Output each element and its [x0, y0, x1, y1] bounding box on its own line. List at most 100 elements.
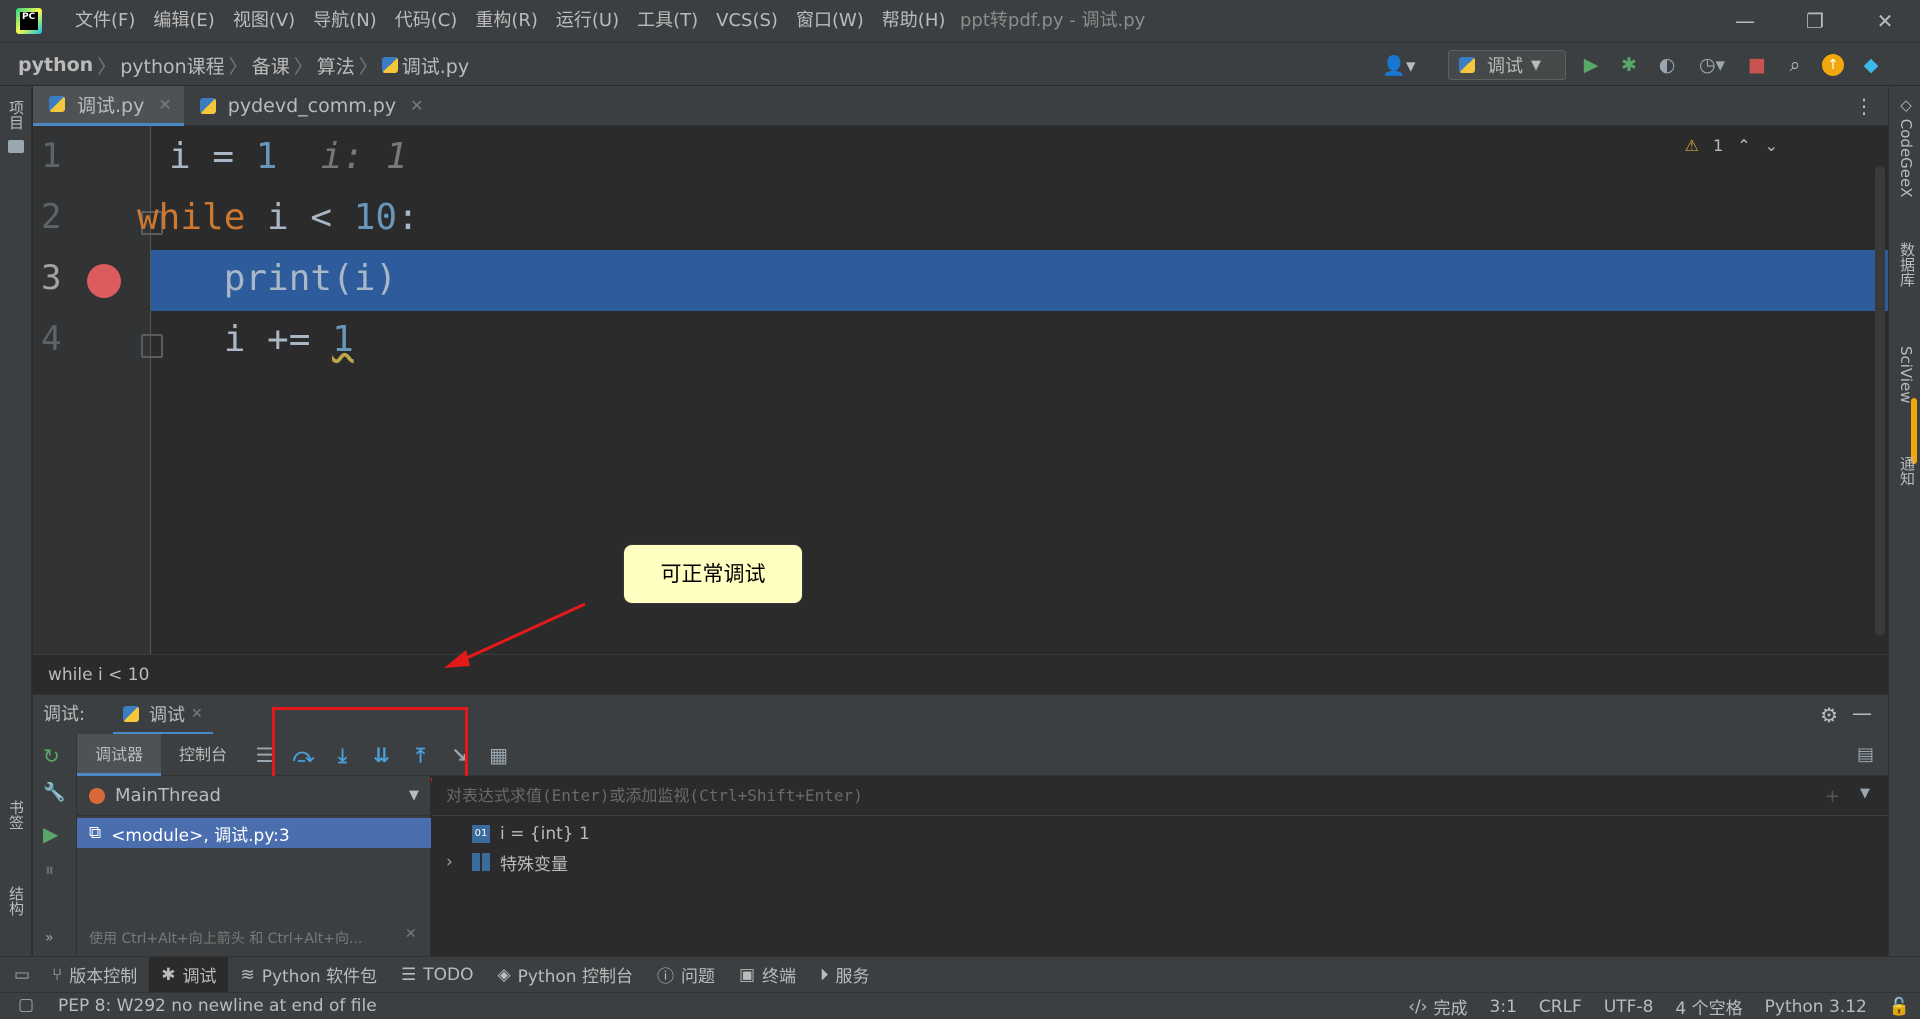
tab-services[interactable]: ⏵ 服务 [808, 957, 882, 993]
menu-refactor[interactable]: 重构(R) [466, 0, 547, 42]
pause-icon[interactable]: ⏸ [45, 860, 54, 881]
profile-icon[interactable]: ◷▾ [1686, 43, 1738, 87]
stop-icon[interactable]: ■ [1738, 43, 1776, 87]
close-hint-icon[interactable]: ✕ [405, 926, 417, 942]
status-analysis[interactable]: ‹/› 完成 [1408, 994, 1467, 1019]
tab-console[interactable]: 控制台 [161, 734, 245, 776]
jetbrains-ai-icon[interactable]: ◆ [1852, 43, 1890, 87]
breadcrumb-project[interactable]: python [18, 54, 93, 76]
code-line-2[interactable]: while i < 10: [137, 187, 419, 248]
breakpoint-icon[interactable] [87, 264, 121, 298]
menu-file[interactable]: 文件(F) [66, 0, 144, 42]
indent-setting[interactable]: 4 个空格 [1675, 994, 1742, 1019]
tab-python-console[interactable]: ◈ Python 控制台 [486, 957, 645, 993]
gear-icon[interactable]: ⚙ [1820, 703, 1838, 727]
code-line-4[interactable]: i += 1 [137, 309, 354, 370]
tab-label: 版本控制 [69, 967, 138, 987]
tab-problems[interactable]: ⓘ 问题 [645, 957, 727, 993]
chevron-up-icon[interactable]: ⌃ [1737, 136, 1750, 155]
user-menu[interactable]: 👤▾ [1380, 43, 1418, 87]
variable-row[interactable]: 01 i = {int} 1 [472, 820, 590, 848]
chevron-right-icon[interactable]: › [446, 852, 462, 872]
sciview-tool-button[interactable]: SciView [1897, 346, 1915, 404]
close-tab-icon[interactable]: ✕ [410, 96, 423, 115]
variable-row[interactable]: › 特殊变量 [446, 848, 568, 876]
chevron-down-icon[interactable]: ⌄ [1765, 136, 1778, 155]
codegeex-tool-button[interactable]: ◇ CodeGeeX [1897, 96, 1915, 198]
menu-tools[interactable]: 工具(T) [628, 0, 707, 42]
search-icon[interactable]: ⌕ [1776, 43, 1814, 87]
menu-help[interactable]: 帮助(H) [873, 0, 955, 42]
pycharm-logo-icon[interactable]: PC [16, 8, 42, 34]
breadcrumb-folder[interactable]: 备课 [252, 52, 290, 79]
database-tool-button[interactable]: 数据库 [1897, 242, 1918, 287]
caret-position[interactable]: 3:1 [1490, 997, 1517, 1017]
debug-session-tab[interactable]: 调试 ✕ [113, 695, 213, 735]
menu-run[interactable]: 运行(U) [547, 0, 628, 42]
tab-terminal[interactable]: ▣ 终端 [727, 957, 808, 993]
file-encoding[interactable]: UTF-8 [1604, 997, 1654, 1017]
toggle-panels-icon[interactable]: ▭ [14, 965, 30, 985]
menu-window[interactable]: 窗口(W) [787, 0, 873, 42]
tab-pydevd-comm[interactable]: pydevd_comm.py ✕ [184, 86, 436, 126]
status-message: PEP 8: W292 no newline at end of file [58, 996, 377, 1016]
toggle-tool-windows-icon[interactable]: ▢ [18, 995, 34, 1015]
wrench-icon[interactable]: 🔧 [43, 782, 65, 803]
frame-row[interactable]: ⧉ <module>, 调试.py:3 [77, 818, 431, 848]
debug-window-label: 调试: [43, 704, 86, 725]
coverage-icon[interactable]: ◐ [1648, 43, 1686, 87]
chevron-down-icon[interactable]: ▼ [1860, 786, 1870, 801]
layout-icon[interactable]: ▤ [1857, 744, 1874, 765]
evaluate-expression-icon[interactable]: ▦ [479, 734, 518, 776]
breadcrumb-file[interactable]: 调试.py [402, 52, 469, 79]
notifications-tool-button[interactable]: 通知 [1897, 456, 1918, 486]
run-icon[interactable]: ▶ [1572, 43, 1610, 87]
menu-code[interactable]: 代码(C) [386, 0, 467, 42]
menu-vcs[interactable]: VCS(S) [707, 0, 787, 42]
rerun-icon[interactable]: ↻ [43, 744, 60, 768]
more-tabs-icon[interactable]: ⋮ [1854, 94, 1874, 118]
interpreter[interactable]: Python 3.12 [1765, 997, 1867, 1017]
close-tab-icon[interactable]: ✕ [158, 95, 171, 114]
evaluate-expression-input[interactable]: 对表达式求值(Enter)或添加监视(Ctrl+Shift+Enter) [432, 776, 1888, 816]
special-variables-icon [472, 853, 490, 871]
breadcrumb-folder[interactable]: python课程 [120, 52, 224, 79]
code-line-1[interactable]: i = 1 i: 1 [169, 126, 407, 187]
editor-gutter[interactable]: 1 2 3 4 [33, 126, 163, 654]
user-icon[interactable]: 👤▾ [1380, 43, 1418, 87]
tab-todo[interactable]: ☰ TODO [389, 957, 486, 993]
more-actions-icon[interactable]: » [45, 930, 54, 946]
code-editor[interactable]: 1 2 3 4 i = 1 i: 1 while i < 10: print(i… [33, 126, 1888, 654]
lock-icon[interactable]: 🔓 [1889, 997, 1910, 1017]
debug-bug-icon[interactable]: ✱ [1610, 43, 1648, 87]
close-window-icon[interactable]: ✕ [1850, 0, 1920, 42]
run-config-selector[interactable]: 调试 ▼ [1448, 50, 1566, 80]
menu-navigate[interactable]: 导航(N) [304, 0, 386, 42]
inspection-widget[interactable]: ⚠ 1 ⌃ ⌄ [1685, 136, 1778, 155]
menu-edit[interactable]: 编辑(E) [144, 0, 223, 42]
hide-panel-icon[interactable]: — [1852, 701, 1872, 725]
add-watch-icon[interactable]: + [1825, 786, 1840, 807]
tab-debugger[interactable]: 调试器 [77, 733, 162, 776]
menu-view[interactable]: 视图(V) [224, 0, 304, 42]
breadcrumb-folder[interactable]: 算法 [317, 52, 355, 79]
project-tool-button[interactable]: 项目 [6, 100, 27, 130]
restore-icon[interactable]: ❐ [1780, 0, 1850, 42]
minimize-icon[interactable]: — [1710, 0, 1780, 42]
resume-icon[interactable]: ▶ [43, 822, 58, 846]
line-separator[interactable]: CRLF [1539, 997, 1582, 1017]
tab-python-packages[interactable]: ≋ Python 软件包 [228, 957, 389, 993]
tab-debug-py[interactable]: 调试.py ✕ [33, 85, 184, 126]
code-token: while [137, 197, 246, 238]
code-breadcrumb[interactable]: while i < 10 [33, 654, 1888, 694]
thread-selector[interactable]: MainThread ▼ [77, 776, 431, 816]
breadcrumb: python 〉 python课程〉 备课〉 算法〉 调试.py [18, 43, 469, 87]
tab-debug[interactable]: ✱ 调试 [149, 956, 229, 993]
code-line-3[interactable]: print(i) [137, 248, 397, 309]
close-tab-icon[interactable]: ✕ [191, 706, 203, 722]
update-icon[interactable]: ↑ [1814, 43, 1852, 87]
editor-scrollbar[interactable] [1875, 166, 1885, 636]
tab-version-control[interactable]: ⑂ 版本控制 [40, 957, 149, 993]
structure-tool-button[interactable]: 结构 [6, 886, 27, 916]
bookmarks-tool-button[interactable]: 书签 [6, 800, 27, 830]
